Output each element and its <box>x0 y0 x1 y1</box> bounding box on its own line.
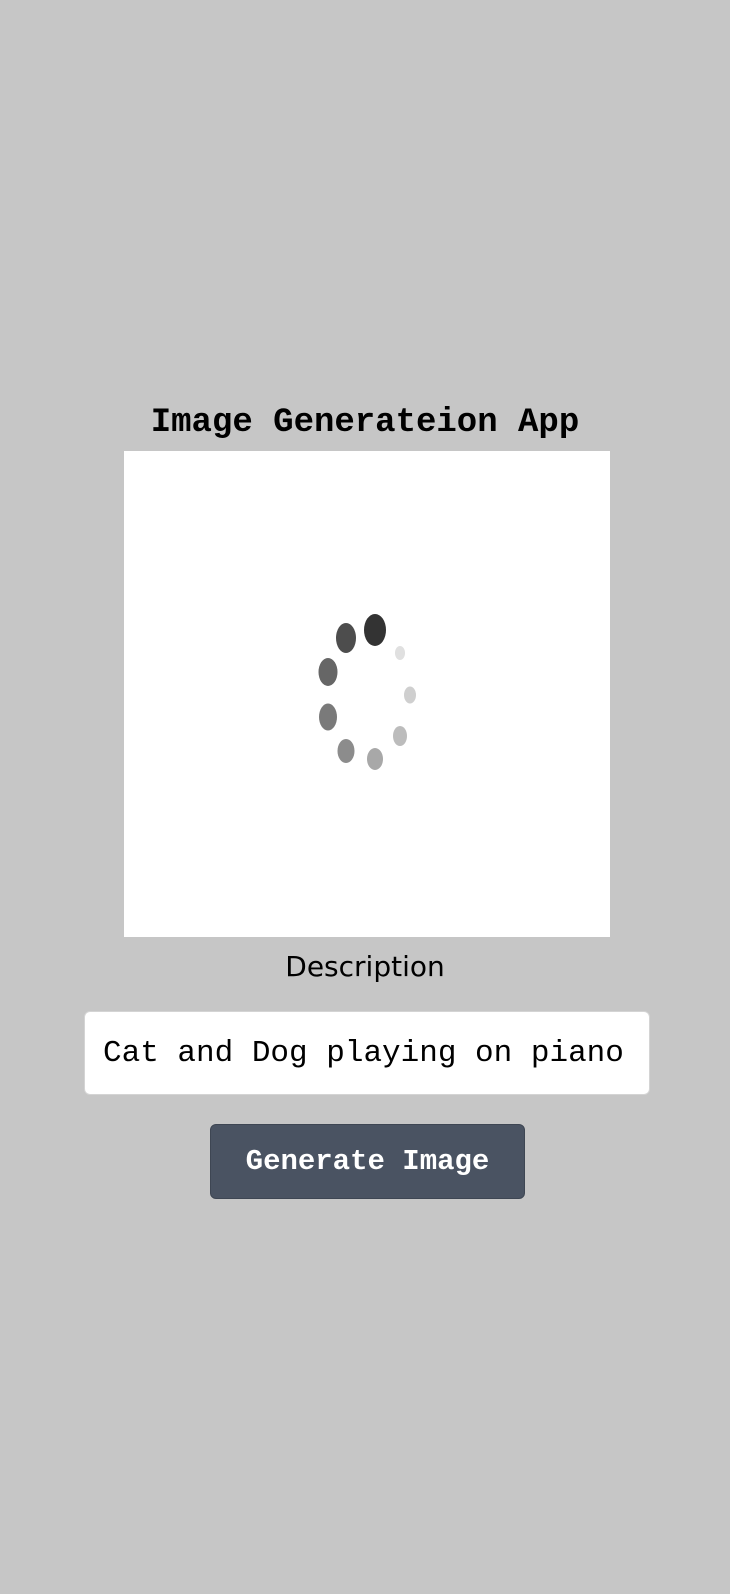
spinner-dot <box>393 726 407 746</box>
spinner-dot <box>336 623 356 653</box>
spinner-dot <box>319 703 337 731</box>
generate-image-button[interactable]: Generate Image <box>210 1124 525 1199</box>
spinner-dot <box>395 646 405 660</box>
spinner-dot <box>404 686 416 704</box>
spinner-dot <box>367 748 383 770</box>
spinner-dot <box>318 658 338 686</box>
loading-spinner-icon <box>318 614 416 770</box>
spinner-dot <box>337 739 355 763</box>
image-preview <box>124 451 610 937</box>
page-title: Image Generateion App <box>150 404 580 442</box>
description-label: Description <box>285 950 445 983</box>
spinner-dot <box>364 614 386 646</box>
description-input[interactable] <box>84 1011 650 1095</box>
app-root: Image Generateion App Description Genera… <box>0 0 730 1594</box>
